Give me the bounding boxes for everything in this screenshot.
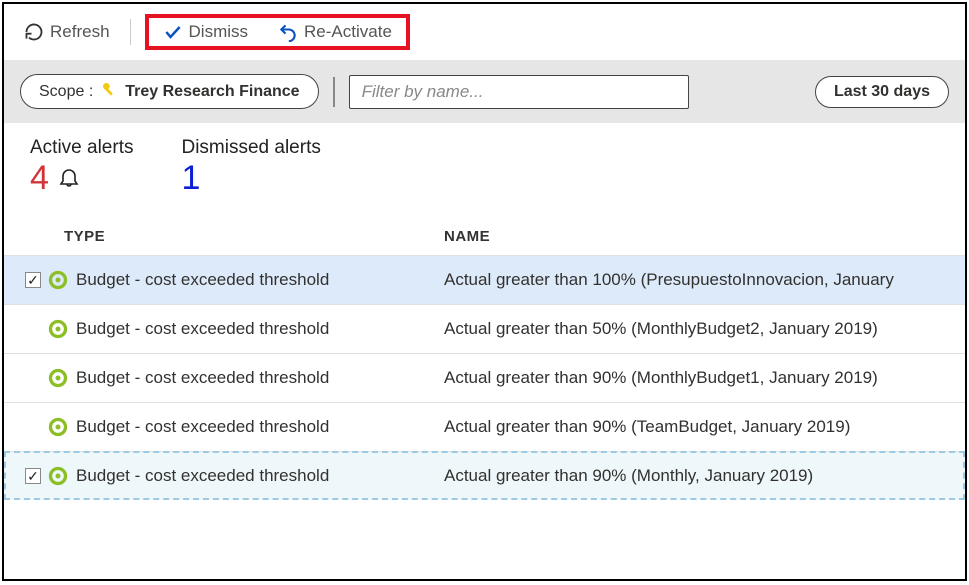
toolbar-separator bbox=[130, 19, 131, 45]
row-type-text: Budget - cost exceeded threshold bbox=[76, 319, 329, 339]
row-type-cell: Budget - cost exceeded threshold bbox=[48, 368, 444, 388]
budget-icon bbox=[48, 319, 68, 339]
window-frame: Refresh Dismiss Re-Activate Scope : bbox=[2, 2, 967, 581]
row-checkbox-cell bbox=[18, 468, 48, 484]
table-body: Budget - cost exceeded threshold Actual g… bbox=[4, 255, 965, 579]
row-name-cell: Actual greater than 90% (MonthlyBudget1,… bbox=[444, 368, 965, 388]
annotation-highlight: Dismiss Re-Activate bbox=[145, 14, 410, 50]
table-row[interactable]: Budget - cost exceeded threshold Actual g… bbox=[4, 402, 965, 451]
row-checkbox[interactable] bbox=[25, 468, 41, 484]
toolbar: Refresh Dismiss Re-Activate bbox=[4, 4, 965, 60]
table-row[interactable]: Budget - cost exceeded threshold Actual g… bbox=[4, 304, 965, 353]
undo-icon bbox=[278, 22, 298, 42]
header-type[interactable]: TYPE bbox=[64, 228, 444, 245]
row-type-cell: Budget - cost exceeded threshold bbox=[48, 270, 444, 290]
row-name-cell: Actual greater than 50% (MonthlyBudget2,… bbox=[444, 319, 965, 339]
row-name-cell: Actual greater than 90% (TeamBudget, Jan… bbox=[444, 417, 965, 437]
dismissed-alerts-label: Dismissed alerts bbox=[181, 137, 320, 159]
filter-bar: Scope : Trey Research Finance Last 30 da… bbox=[4, 60, 965, 123]
budget-icon bbox=[48, 368, 68, 388]
header-name[interactable]: NAME bbox=[444, 228, 965, 245]
scope-selector[interactable]: Scope : Trey Research Finance bbox=[20, 74, 319, 109]
dismiss-button[interactable]: Dismiss bbox=[157, 20, 255, 44]
row-type-cell: Budget - cost exceeded threshold bbox=[48, 319, 444, 339]
table-row[interactable]: Budget - cost exceeded threshold Actual g… bbox=[4, 353, 965, 402]
budget-icon bbox=[48, 417, 68, 437]
reactivate-label: Re-Activate bbox=[304, 22, 392, 42]
budget-icon bbox=[48, 466, 68, 486]
refresh-button[interactable]: Refresh bbox=[18, 20, 116, 44]
budget-icon bbox=[48, 270, 68, 290]
filter-by-name-input[interactable] bbox=[349, 75, 689, 109]
bell-icon bbox=[57, 165, 81, 193]
refresh-label: Refresh bbox=[50, 22, 110, 42]
row-type-cell: Budget - cost exceeded threshold bbox=[48, 417, 444, 437]
dismiss-label: Dismiss bbox=[189, 22, 249, 42]
row-type-text: Budget - cost exceeded threshold bbox=[76, 417, 329, 437]
check-icon bbox=[163, 22, 183, 42]
key-icon bbox=[101, 81, 117, 102]
date-range-label: Last 30 days bbox=[834, 83, 930, 101]
table-headers: TYPE NAME bbox=[4, 206, 965, 255]
dismissed-alerts-block: Dismissed alerts 1 bbox=[181, 137, 320, 198]
scope-value: Trey Research Finance bbox=[125, 83, 299, 101]
row-checkbox[interactable] bbox=[25, 272, 41, 288]
dismissed-alerts-count: 1 bbox=[181, 159, 200, 198]
scope-label: Scope : bbox=[39, 83, 93, 101]
active-alerts-label: Active alerts bbox=[30, 137, 133, 159]
row-type-text: Budget - cost exceeded threshold bbox=[76, 270, 329, 290]
filterbar-separator bbox=[333, 77, 335, 107]
row-name-cell: Actual greater than 100% (PresupuestoInn… bbox=[444, 270, 965, 290]
table-row[interactable]: Budget - cost exceeded threshold Actual g… bbox=[4, 451, 965, 500]
date-range-selector[interactable]: Last 30 days bbox=[815, 76, 949, 108]
active-alerts-count: 4 bbox=[30, 159, 49, 198]
row-type-text: Budget - cost exceeded threshold bbox=[76, 368, 329, 388]
summary-bar: Active alerts 4 Dismissed alerts 1 bbox=[4, 123, 965, 206]
row-name-cell: Actual greater than 90% (Monthly, Januar… bbox=[444, 466, 965, 486]
row-type-cell: Budget - cost exceeded threshold bbox=[48, 466, 444, 486]
reactivate-button[interactable]: Re-Activate bbox=[272, 20, 398, 44]
active-alerts-block: Active alerts 4 bbox=[30, 137, 133, 198]
row-type-text: Budget - cost exceeded threshold bbox=[76, 466, 329, 486]
refresh-icon bbox=[24, 22, 44, 42]
row-checkbox-cell bbox=[18, 272, 48, 288]
table-row[interactable]: Budget - cost exceeded threshold Actual g… bbox=[4, 255, 965, 304]
